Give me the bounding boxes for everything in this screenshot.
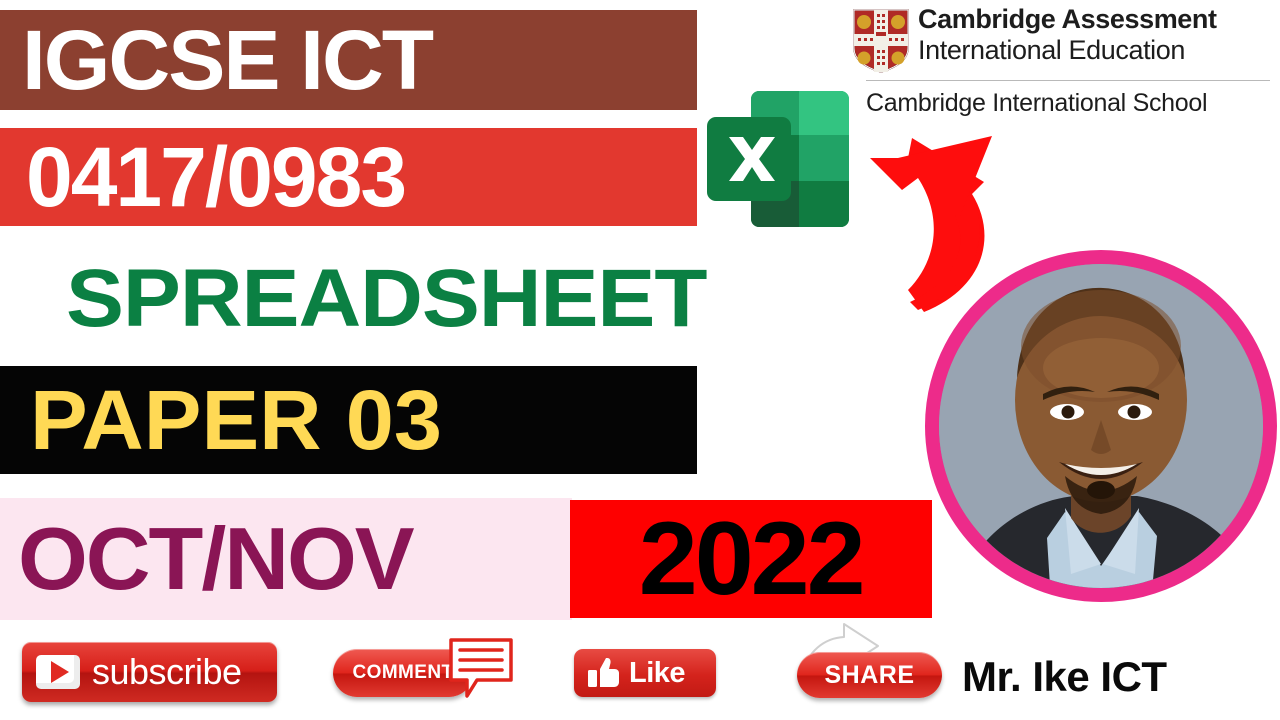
banner-syllabus-code: 0417/0983 [0, 128, 697, 226]
paper-text: PAPER 03 [30, 373, 442, 467]
thumbnail-canvas: IGCSE ICT 0417/0983 SPREADSHEET PAPER 03… [0, 0, 1280, 720]
banner-year: 2022 [570, 500, 932, 618]
logo-divider [866, 80, 1270, 81]
comment-label: COMMENT [352, 662, 454, 683]
share-label: SHARE [824, 660, 915, 689]
thumbs-up-icon [588, 658, 619, 687]
cambridge-crest-icon [853, 9, 909, 73]
course-title: IGCSE ICT [22, 13, 434, 107]
topic-text: SPREADSHEET [66, 253, 707, 344]
cambridge-logo: Cambridge Assessment International Educa… [852, 4, 1272, 122]
banner-course: IGCSE ICT [0, 10, 697, 110]
cambridge-title-line2: International Education [918, 35, 1185, 65]
cambridge-title-line1: Cambridge Assessment [918, 4, 1217, 34]
presenter-photo [939, 264, 1263, 588]
microsoft-excel-icon [707, 91, 849, 227]
banner-paper: PAPER 03 [0, 366, 697, 474]
banner-session: OCT/NOV [0, 498, 572, 620]
banner-topic: SPREADSHEET [0, 246, 930, 352]
social-cta-row: subscribe COMMENT Like SHARE Mr. Ike ICT [0, 623, 1280, 720]
presenter-avatar [925, 250, 1277, 602]
year-text: 2022 [639, 501, 866, 617]
like-label: Like [629, 656, 686, 689]
youtube-play-icon [36, 655, 80, 689]
share-button[interactable]: SHARE [797, 652, 942, 698]
subscribe-label: subscribe [92, 651, 242, 692]
syllabus-code-text: 0417/0983 [26, 130, 407, 224]
like-button[interactable]: Like [574, 649, 716, 697]
cambridge-logo-title: Cambridge Assessment International Educa… [918, 4, 1268, 66]
comment-bubble-icon [449, 638, 513, 698]
channel-name: Mr. Ike ICT [962, 653, 1167, 700]
subscribe-button[interactable]: subscribe [22, 642, 277, 702]
session-text: OCT/NOV [18, 509, 415, 608]
